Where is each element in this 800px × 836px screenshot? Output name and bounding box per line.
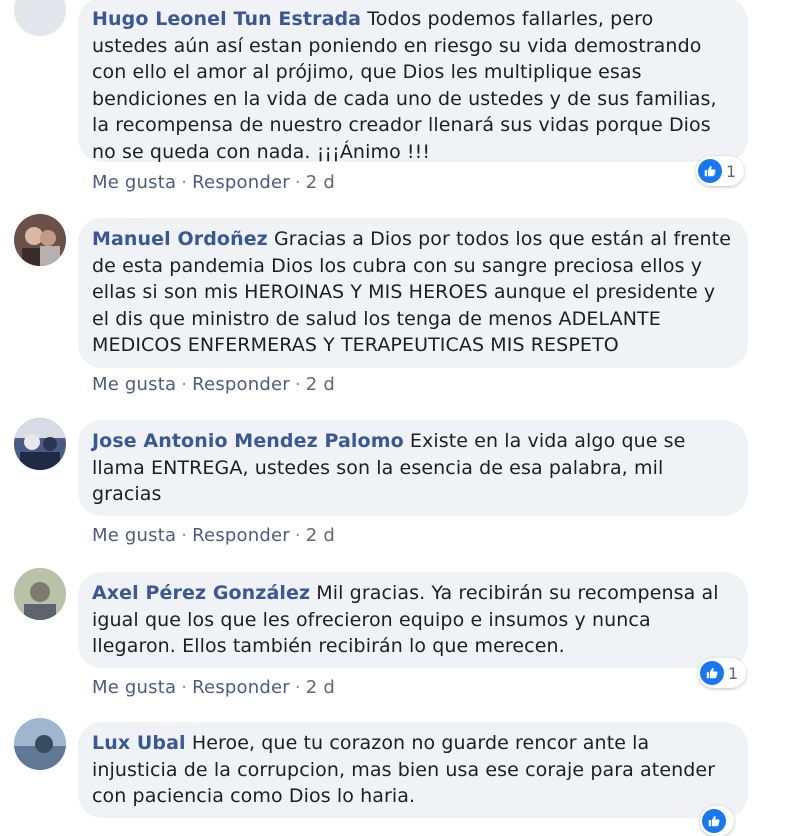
avatar[interactable] (14, 568, 66, 620)
avatar-photo-icon (14, 568, 66, 620)
reaction-count: 1 (728, 663, 739, 683)
comment-text: Todos podemos fallarles, pero ustedes aú… (92, 8, 717, 163)
comment-text: Heroe, que tu corazon no guarde rencor a… (92, 732, 716, 807)
reaction-count-badge[interactable] (700, 806, 734, 836)
reply-link[interactable]: Responder (192, 374, 290, 395)
thumbs-up-icon (702, 809, 726, 833)
like-link[interactable]: Me gusta (92, 374, 176, 395)
reaction-count: 1 (726, 161, 737, 181)
comment-author[interactable]: Hugo Leonel Tun Estrada (92, 8, 361, 30)
like-link[interactable]: Me gusta (92, 172, 176, 193)
avatar-photo-icon (14, 418, 66, 470)
comment-author[interactable]: Axel Pérez González (92, 582, 310, 604)
reply-link[interactable]: Responder (192, 172, 290, 193)
reply-link[interactable]: Responder (192, 525, 290, 546)
thumbs-up-icon (700, 661, 724, 685)
like-link[interactable]: Me gusta (92, 525, 176, 546)
avatar-photo-icon (14, 214, 66, 266)
avatar[interactable] (14, 718, 66, 770)
avatar[interactable] (14, 418, 66, 470)
timestamp[interactable]: 2 d (306, 525, 335, 546)
timestamp[interactable]: 2 d (306, 172, 335, 193)
reply-link[interactable]: Responder (192, 677, 290, 698)
comment-actions: Me gusta · Responder · 2 d (92, 525, 335, 546)
comment-bubble: Hugo Leonel Tun Estrada Todos podemos fa… (78, 0, 748, 163)
timestamp[interactable]: 2 d (306, 677, 335, 698)
avatar[interactable] (14, 214, 66, 266)
comment-bubble: Lux Ubal Heroe, que tu corazon no guarde… (78, 722, 748, 818)
comment-author[interactable]: Lux Ubal (92, 732, 186, 754)
comment-bubble: Jose Antonio Mendez Palomo Existe en la … (78, 420, 748, 516)
avatar-placeholder-icon (14, 0, 66, 36)
avatar[interactable] (14, 0, 66, 36)
like-link[interactable]: Me gusta (92, 677, 176, 698)
avatar-photo-icon (14, 718, 66, 770)
comment-author[interactable]: Manuel Ordoñez (92, 228, 268, 250)
comment-actions: Me gusta · Responder · 2 d (92, 677, 335, 698)
reaction-count-badge[interactable]: 1 (698, 658, 747, 688)
reaction-count-badge[interactable]: 1 (696, 156, 745, 186)
comment-author[interactable]: Jose Antonio Mendez Palomo (92, 430, 404, 452)
thumbs-up-icon (698, 159, 722, 183)
comment-bubble: Manuel Ordoñez Gracias a Dios por todos … (78, 218, 748, 368)
comment-bubble: Axel Pérez González Mil gracias. Ya reci… (78, 572, 748, 668)
timestamp[interactable]: 2 d (306, 374, 335, 395)
comment-actions: Me gusta · Responder · 2 d (92, 374, 335, 395)
comment-actions: Me gusta · Responder · 2 d (92, 172, 335, 193)
